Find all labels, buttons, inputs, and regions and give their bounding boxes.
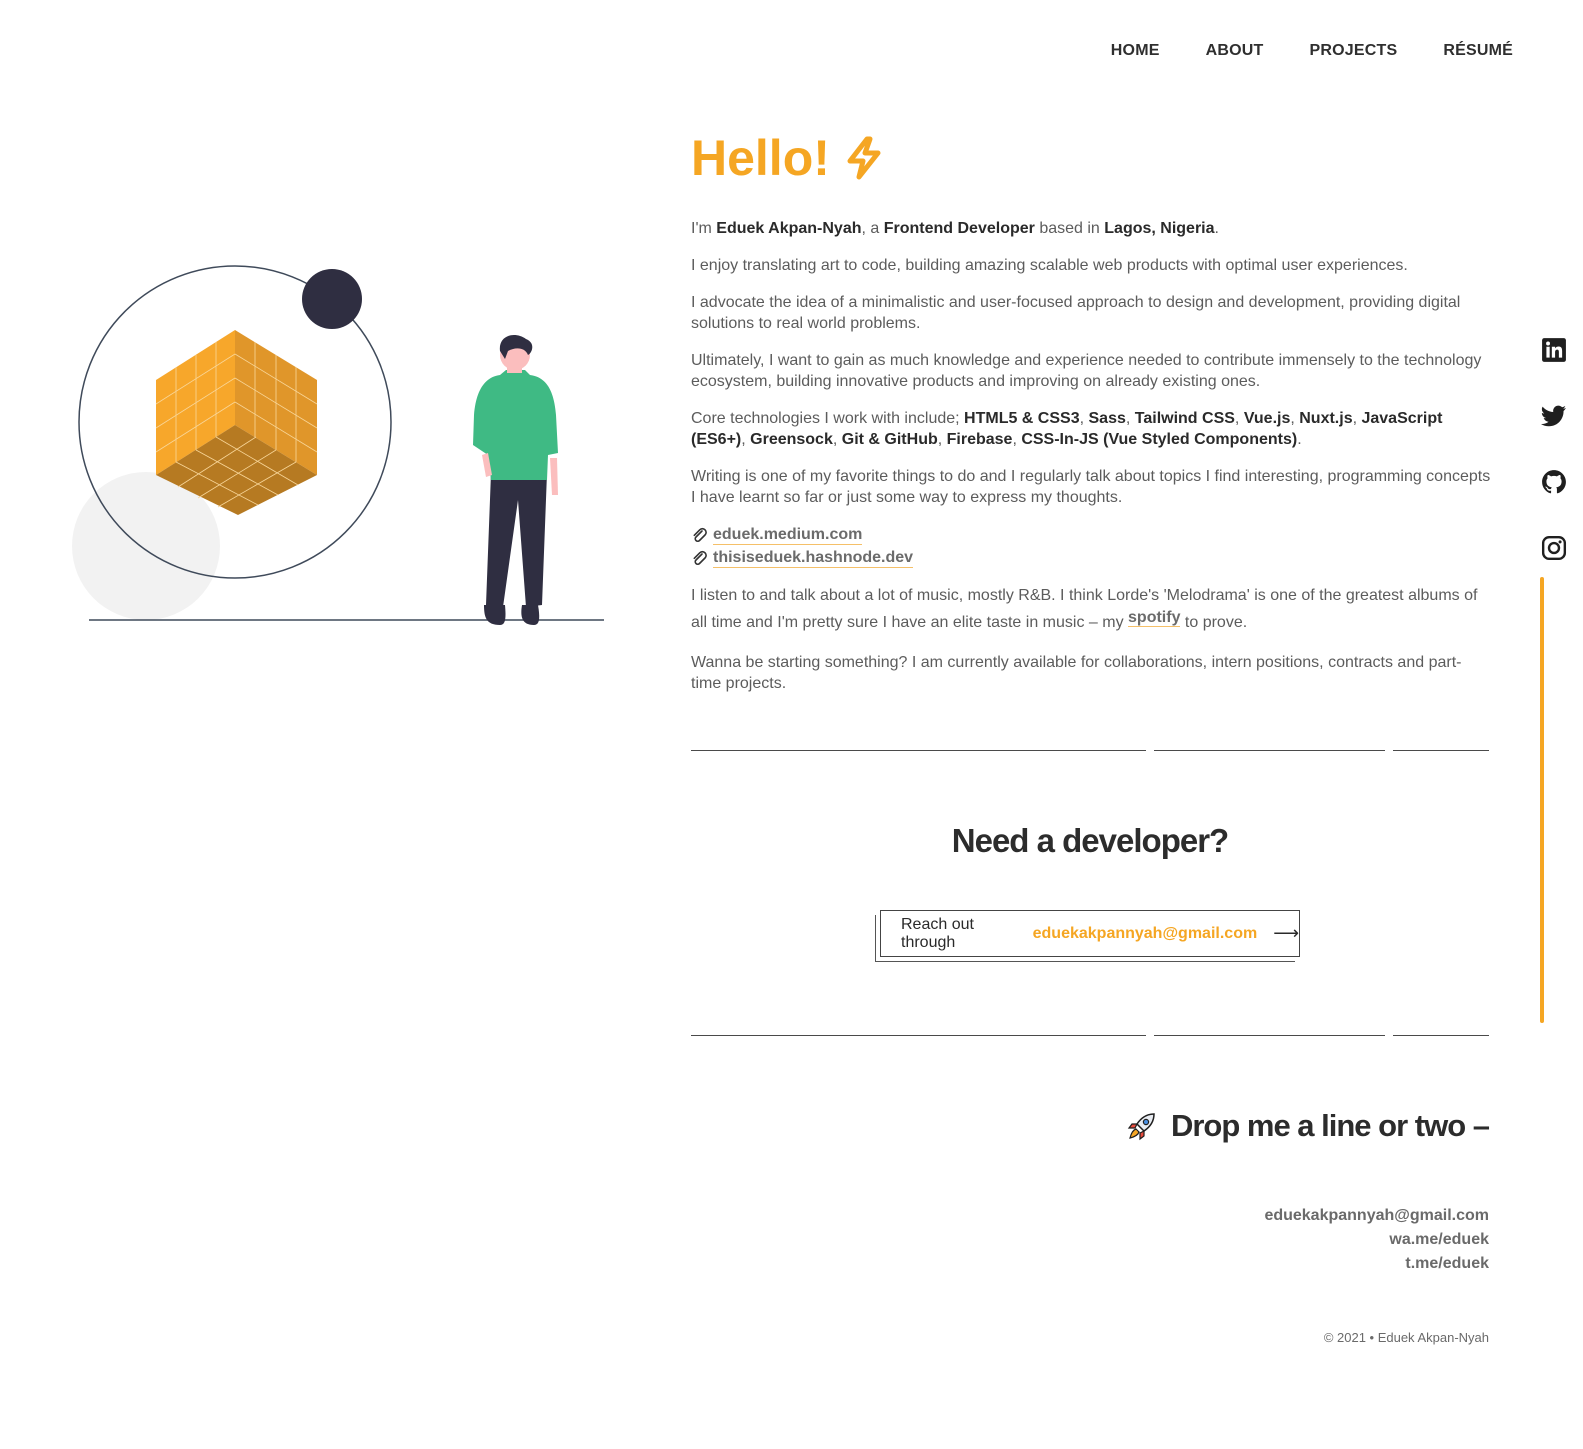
bio-paragraph-writing: Writing is one of my favorite things to … [691,468,1491,506]
tech-stack-paragraph: Core technologies I work with include; H… [691,410,1443,448]
technology-item: Vue.js [1243,410,1291,427]
contact-heading: Drop me a line or two – [1127,1108,1490,1144]
blog-link-row: eduek.medium.com [691,524,1491,547]
technology-item: Greensock [750,431,833,448]
section-divider [691,1035,1489,1036]
arrow-right-icon: ⟶ [1273,923,1299,943]
technology-item: Firebase [946,431,1013,448]
technology-item: Sass [1088,410,1126,427]
email-link[interactable]: eduekakpannyah@gmail.com [1264,1204,1489,1228]
blog-link-row: thisiseduek.hashnode.dev [691,547,1491,570]
reach-out-button[interactable]: Reach out through eduekakpannyah@gmail.c… [880,910,1300,957]
bio-paragraph-3: I advocate the idea of a minimalistic an… [691,294,1461,332]
twitter-icon[interactable] [1541,403,1567,429]
availability-paragraph: Wanna be starting something? I am curren… [691,654,1462,692]
author-name: Eduek Akpan-Nyah [716,220,862,237]
cta-prefix: Reach out through [901,915,974,951]
footer-copyright: © 2021 • Eduek Akpan-Nyah [1323,1330,1489,1345]
social-links [1541,337,1567,561]
nav-resume-link[interactable]: RÉSUMÉ [1443,42,1513,60]
cta-email: eduekakpannyah@gmail.com [1032,924,1258,942]
dark-planet-shape [302,269,362,329]
technology-item: Git & GitHub [841,431,938,448]
bio-intro: I'm Eduek Akpan-Nyah, a Frontend Develop… [691,220,1219,237]
paperclip-icon [693,527,707,542]
section-divider [691,750,1489,751]
lightning-bolt-icon [847,136,881,180]
nav-projects-link[interactable]: PROJECTS [1310,42,1398,60]
contact-title: Drop me a line or two – [1170,1108,1490,1143]
main-nav: HOME ABOUT PROJECTS RÉSUMÉ [1111,42,1513,60]
rocket-icon [1127,1113,1155,1141]
spotify-link[interactable]: spotify [1128,609,1181,627]
nav-home-link[interactable]: HOME [1111,42,1160,60]
hero-illustration [72,265,604,625]
hero-greeting: Hello! [691,130,1491,186]
contact-links: eduekakpannyah@gmail.com wa.me/eduek t.m… [1264,1204,1489,1276]
author-role: Frontend Developer [883,220,1035,237]
whatsapp-link[interactable]: wa.me/eduek [1264,1228,1489,1252]
bio-paragraph-2: I enjoy translating art to code, buildin… [691,257,1408,274]
person-figure [473,335,558,625]
github-icon[interactable] [1541,469,1567,495]
bio-paragraph-4: Ultimately, I want to gain as much knowl… [691,352,1482,390]
technology-item: CSS-In-JS (Vue Styled Components) [1021,431,1298,448]
paperclip-icon [693,550,707,565]
music-paragraph: I listen to and talk about a lot of musi… [691,587,1478,631]
cta-heading: Need a developer? [951,822,1229,859]
technology-item: HTML5 & CSS3 [964,410,1080,427]
blog-links: eduek.medium.com thisiseduek.hashnode.de… [691,524,1491,570]
nav-about-link[interactable]: ABOUT [1206,42,1264,60]
technology-item: Nuxt.js [1299,410,1353,427]
hashnode-link[interactable]: thisiseduek.hashnode.dev [713,549,914,568]
instagram-icon[interactable] [1541,535,1567,561]
linkedin-icon[interactable] [1541,337,1567,363]
telegram-link[interactable]: t.me/eduek [1264,1252,1489,1276]
about-section: Hello! I'm Eduek Akpan-Nyah, a Frontend … [691,130,1491,694]
bio-paragraphs: I'm Eduek Akpan-Nyah, a Frontend Develop… [691,218,1491,694]
greeting-text: Hello! [691,130,830,186]
author-location: Lagos, Nigeria [1104,220,1215,237]
technology-item: Tailwind CSS [1134,410,1235,427]
social-accent-line [1540,577,1544,1023]
medium-link[interactable]: eduek.medium.com [713,526,863,545]
